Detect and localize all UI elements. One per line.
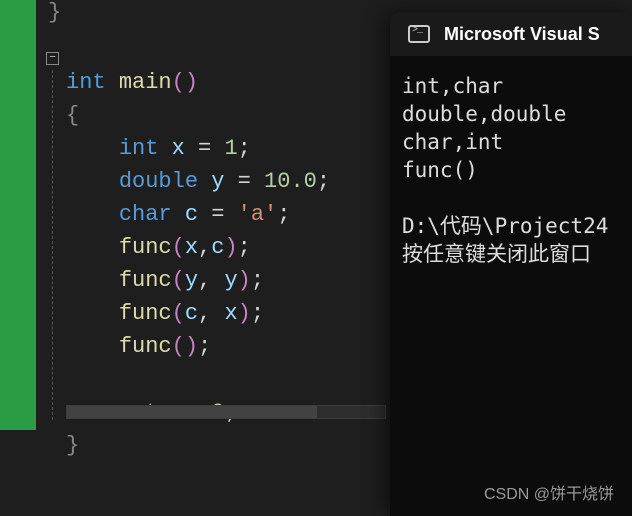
out-line: char,int [402, 130, 503, 154]
blank-line [66, 37, 79, 62]
code-content[interactable]: int main() { int x = 1; double y = 10.0;… [66, 0, 390, 440]
paren-close: ) [185, 70, 198, 95]
kw-int: int [119, 136, 159, 161]
console-titlebar[interactable]: Microsoft Visual S [390, 12, 632, 56]
prev-closing-brace: } [48, 0, 61, 25]
brace-close: } [66, 433, 79, 458]
blank-line [66, 367, 79, 392]
scrollbar-thumb[interactable] [67, 406, 317, 418]
var-c: c [185, 202, 198, 227]
num-10: 10.0 [264, 169, 317, 194]
watermark: CSDN @饼干烧饼 [484, 480, 614, 504]
code-editor[interactable]: } − int main() { int x = 1; double y = 1… [0, 0, 390, 440]
paren-open: ( [172, 70, 185, 95]
out-line: func() [402, 158, 478, 182]
fold-toggle[interactable]: − [46, 52, 59, 65]
console-output[interactable]: int,char double,double char,int func() D… [390, 56, 632, 278]
out-line: 按任意键关闭此窗口 [402, 242, 591, 266]
num-1: 1 [224, 136, 237, 161]
var-y: y [211, 169, 224, 194]
terminal-icon [408, 25, 430, 43]
fold-gutter: } − [36, 0, 66, 440]
call-func: func [119, 301, 172, 326]
call-func: func [119, 235, 172, 260]
call-func: func [119, 268, 172, 293]
brace-open: { [66, 103, 79, 128]
kw-double: double [119, 169, 198, 194]
out-line: D:\代码\Project24 [402, 214, 608, 238]
horizontal-scrollbar[interactable] [66, 405, 386, 419]
char-a: 'a' [238, 202, 278, 227]
change-bar [0, 0, 36, 430]
call-func: func [119, 334, 172, 359]
kw-int: int [66, 70, 106, 95]
out-line: int,char [402, 74, 503, 98]
var-x: x [172, 136, 185, 161]
console-window[interactable]: Microsoft Visual S int,char double,doubl… [390, 12, 632, 516]
fn-main: main [119, 70, 172, 95]
out-line: double,double [402, 102, 566, 126]
kw-char: char [119, 202, 172, 227]
console-title: Microsoft Visual S [444, 24, 600, 45]
fold-guide [52, 70, 53, 420]
